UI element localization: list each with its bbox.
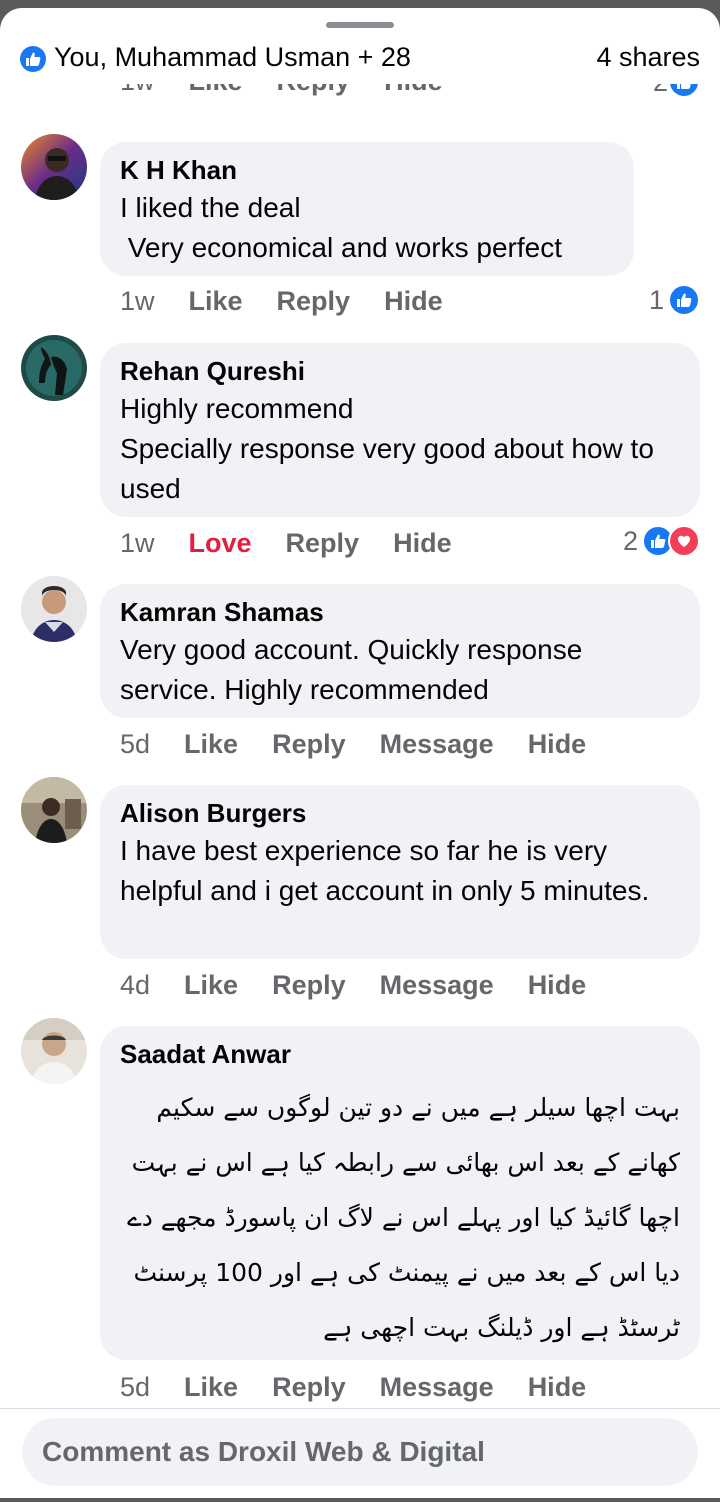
shares-count[interactable]: 4 shares	[596, 42, 700, 73]
hide-action[interactable]: Hide	[528, 970, 587, 1001]
like-action[interactable]: Like	[184, 729, 238, 760]
comment-author[interactable]: K H Khan	[120, 152, 614, 188]
comment-text: Very good account. Quickly response serv…	[120, 634, 591, 705]
comment-text: بہت اچھا سیلر ہے میں نے دو تین لوگوں سے …	[119, 1093, 680, 1342]
hide-action[interactable]: Hide	[393, 528, 452, 559]
like-action[interactable]: Like	[184, 1372, 238, 1403]
comment-actions: 5d Like Reply Message Hide	[120, 1372, 586, 1403]
like-action[interactable]: Like	[184, 970, 238, 1001]
reply-action[interactable]: Reply	[277, 286, 351, 317]
comment-author[interactable]: Alison Burgers	[120, 795, 680, 831]
like-action[interactable]: Like	[189, 286, 243, 317]
hide-action[interactable]: Hide	[384, 286, 443, 317]
reaction-count: 2	[622, 525, 638, 556]
comment-input[interactable]: Comment as Droxil Web & Digital	[22, 1418, 698, 1486]
reactors-summary[interactable]: You, Muhammad Usman + 28	[54, 42, 411, 73]
comment-time: 1w	[120, 528, 155, 558]
hide-action[interactable]: Hide	[528, 1372, 587, 1403]
comment-author[interactable]: Saadat Anwar	[120, 1036, 680, 1072]
comment-time: 5d	[120, 729, 151, 759]
comment-actions: 1w Love Reply Hide	[120, 528, 452, 559]
hide-action[interactable]: Hide	[528, 729, 587, 760]
reaction-count: 1	[648, 284, 664, 315]
comment-bubble: Kamran Shamas Very good account. Quickly…	[100, 584, 700, 718]
message-action[interactable]: Message	[380, 970, 494, 1001]
avatar[interactable]	[21, 1018, 87, 1084]
comment-time: 4d	[120, 970, 151, 1000]
comment-bubble: Saadat Anwar بہت اچھا سیلر ہے میں نے دو …	[100, 1026, 700, 1360]
drag-handle[interactable]	[326, 22, 394, 28]
reaction-summary[interactable]: 2	[623, 525, 700, 557]
comment-author[interactable]: Kamran Shamas	[120, 594, 680, 630]
comments-sheet: 1w Like Reply Hide 2 You, Muhammad Usman…	[0, 8, 720, 1498]
comment-text: Highly recommend Specially response very…	[120, 393, 654, 504]
avatar[interactable]	[21, 134, 87, 200]
love-icon	[668, 525, 700, 557]
comment-time: 5d	[120, 1372, 151, 1402]
comment-actions: 5d Like Reply Message Hide	[120, 729, 586, 760]
reply-action[interactable]: Reply	[272, 970, 346, 1001]
comment-text: I have best experience so far he is very…	[120, 835, 650, 906]
comment-text: I liked the deal Very economical and wor…	[120, 192, 562, 263]
avatar[interactable]	[21, 576, 87, 642]
avatar[interactable]	[21, 335, 87, 401]
comment-bubble: Rehan Qureshi Highly recommend Specially…	[100, 343, 700, 517]
love-action[interactable]: Love	[189, 528, 252, 559]
like-icon	[668, 284, 700, 316]
reply-action[interactable]: Reply	[272, 1372, 346, 1403]
previous-comment-actions: 1w Like Reply Hide 2	[0, 80, 720, 120]
comment-author[interactable]: Rehan Qureshi	[120, 353, 680, 389]
reaction-summary[interactable]: 1	[649, 284, 700, 316]
like-icon	[20, 46, 46, 72]
comment-bubble: Alison Burgers I have best experience so…	[100, 785, 700, 959]
composer-divider	[0, 1408, 720, 1409]
reactions-header[interactable]: You, Muhammad Usman + 28 4 shares	[0, 38, 720, 84]
comment-time: 1w	[120, 286, 155, 316]
comment-actions: 4d Like Reply Message Hide	[120, 970, 586, 1001]
reply-action[interactable]: Reply	[286, 528, 360, 559]
avatar[interactable]	[21, 777, 87, 843]
comment-bubble: K H Khan I liked the deal Very economica…	[100, 142, 634, 276]
reply-action[interactable]: Reply	[272, 729, 346, 760]
message-action[interactable]: Message	[380, 1372, 494, 1403]
comment-actions: 1w Like Reply Hide	[120, 286, 443, 317]
message-action[interactable]: Message	[380, 729, 494, 760]
